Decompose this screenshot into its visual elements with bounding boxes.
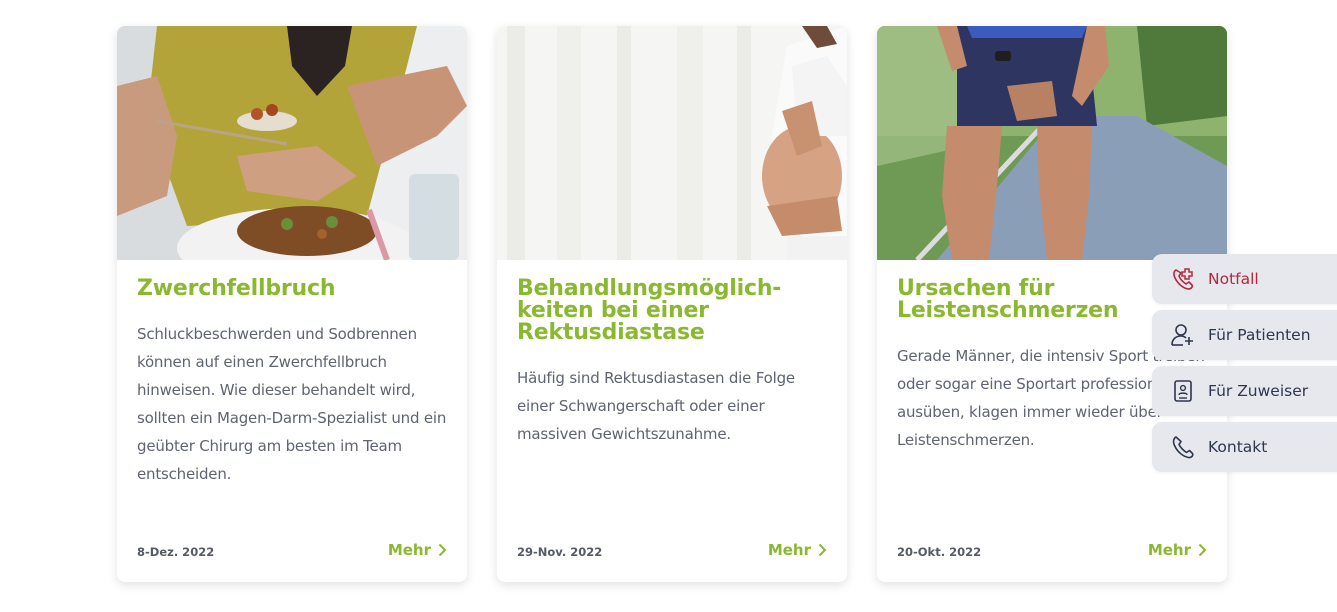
chevron-right-icon [438,543,447,557]
more-label: Mehr [767,541,811,559]
card-text: Häufig sind Rektusdiastasen die Folge ei… [517,369,795,443]
phone-icon [1170,434,1196,460]
pregnancy-photo [497,26,847,260]
chevron-right-icon [818,543,827,557]
more-link[interactable]: Mehr [768,541,827,559]
card-image[interactable] [497,26,847,260]
more-link[interactable]: Mehr [1148,541,1207,559]
runner-photo [877,26,1227,260]
article-card[interactable]: Behandlungsmöglich-keiten bei einer Rekt… [497,26,847,582]
emergency-phone-icon [1170,266,1196,292]
more-label: Mehr [1147,541,1191,559]
chevron-right-icon [1198,543,1207,557]
side-button-emergency[interactable]: Notfall [1152,254,1337,304]
side-button-label: Kontakt [1208,438,1268,456]
side-button-label: Für Patienten [1208,326,1311,344]
food-photo [117,26,467,260]
more-label: Mehr [387,541,431,559]
card-image[interactable] [877,26,1227,260]
side-button-label: Für Zuweiser [1208,382,1309,400]
article-card[interactable]: Zwerchfellbruch Schluckbeschwerden und S… [117,26,467,582]
card-date: 8-Dez. 2022 [137,545,215,559]
side-button-referrers[interactable]: Für Zuweiser [1152,366,1337,416]
side-button-patients[interactable]: Für Patienten [1152,310,1337,360]
side-button-contact[interactable]: Kontakt [1152,422,1337,472]
card-image[interactable] [117,26,467,260]
card-title[interactable]: Zwerchfellbruch [137,278,447,300]
card-date: 29-Nov. 2022 [517,545,603,559]
card-date: 20-Okt. 2022 [897,545,982,559]
user-plus-icon [1170,322,1196,348]
card-title[interactable]: Behandlungsmöglich-keiten bei einer Rekt… [517,278,827,344]
side-button-label: Notfall [1208,270,1259,288]
id-badge-icon [1170,378,1196,404]
more-link[interactable]: Mehr [388,541,447,559]
article-card[interactable]: Ursachen für Leistenschmerzen Gerade Män… [877,26,1227,582]
card-text: Schluckbeschwerden und Sodbrennen können… [137,325,447,483]
